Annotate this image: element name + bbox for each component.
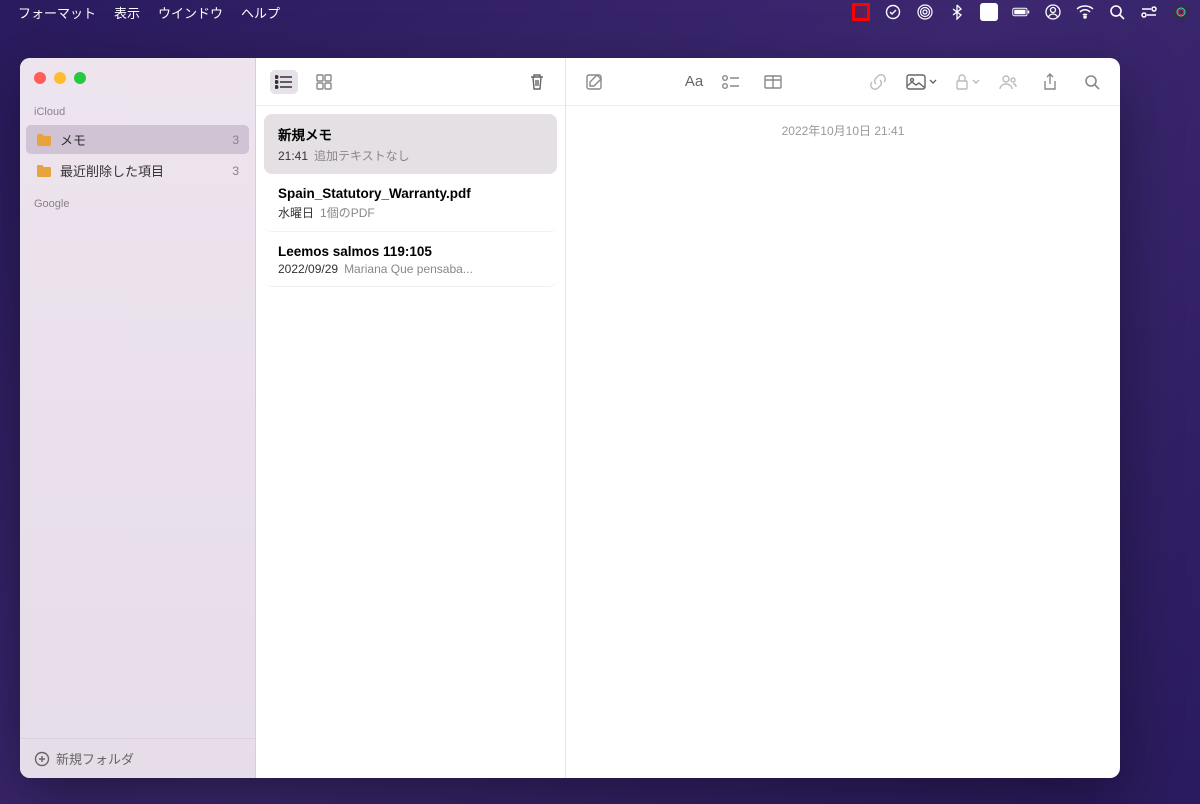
- new-folder-button[interactable]: 新規フォルダ: [20, 738, 255, 778]
- todo-icon[interactable]: [884, 3, 902, 21]
- editor-toolbar: Aa: [566, 58, 1120, 106]
- menu-help[interactable]: ヘルプ: [241, 3, 280, 22]
- list-view-button[interactable]: [270, 70, 298, 94]
- notes-list: 新規メモ 21:41追加テキストなし Spain_Statutory_Warra…: [256, 106, 565, 297]
- share-button[interactable]: [1036, 70, 1064, 94]
- clipboard-icon[interactable]: [852, 3, 870, 21]
- menubar-status: A: [852, 3, 1190, 21]
- note-meta: 21:41追加テキストなし: [278, 147, 543, 164]
- close-button[interactable]: [34, 72, 46, 84]
- grid-view-button[interactable]: [310, 70, 338, 94]
- bluetooth-icon[interactable]: [948, 3, 966, 21]
- menu-view[interactable]: 表示: [114, 3, 140, 22]
- minimize-button[interactable]: [54, 72, 66, 84]
- search-button[interactable]: [1078, 70, 1106, 94]
- spotlight-icon[interactable]: [1108, 3, 1126, 21]
- note-item[interactable]: Spain_Statutory_Warranty.pdf 水曜日1個のPDF: [264, 176, 557, 232]
- system-menubar: フォーマット 表示 ウインドウ ヘルプ A: [0, 0, 1200, 24]
- notes-window: iCloud メモ 3 最近削除した項目 3 Google 新規フォルダ: [20, 58, 1120, 778]
- note-meta: 水曜日1個のPDF: [278, 204, 543, 221]
- sidebar-item-count: 3: [232, 164, 239, 178]
- format-button[interactable]: Aa: [685, 70, 703, 94]
- sidebar: iCloud メモ 3 最近削除した項目 3 Google 新規フォルダ: [20, 58, 256, 778]
- plus-circle-icon: [34, 751, 50, 767]
- note-title: Leemos salmos 119:105: [278, 244, 543, 259]
- input-source-icon[interactable]: A: [980, 3, 998, 21]
- sidebar-item-label: メモ: [60, 130, 86, 149]
- battery-icon[interactable]: [1012, 3, 1030, 21]
- editor-body[interactable]: 2022年10月10日 21:41: [566, 106, 1120, 778]
- sidebar-item-count: 3: [232, 133, 239, 147]
- link-button[interactable]: [864, 70, 892, 94]
- note-title: 新規メモ: [278, 124, 543, 144]
- sidebar-section-icloud: iCloud: [20, 94, 255, 124]
- control-center-icon[interactable]: [1140, 3, 1158, 21]
- wifi-icon[interactable]: [1076, 3, 1094, 21]
- note-item[interactable]: 新規メモ 21:41追加テキストなし: [264, 114, 557, 174]
- airdrop-icon[interactable]: [916, 3, 934, 21]
- menu-window[interactable]: ウインドウ: [158, 3, 223, 22]
- note-item[interactable]: Leemos salmos 119:105 2022/09/29Mariana …: [264, 234, 557, 287]
- folder-icon: [36, 133, 52, 147]
- fullscreen-button[interactable]: [74, 72, 86, 84]
- notes-list-column: 新規メモ 21:41追加テキストなし Spain_Statutory_Warra…: [256, 58, 566, 778]
- note-meta: 2022/09/29Mariana Que pensaba...: [278, 262, 543, 276]
- sidebar-item-label: 最近削除した項目: [60, 161, 164, 180]
- lock-button[interactable]: [955, 70, 980, 94]
- sidebar-item-trash[interactable]: 最近削除した項目 3: [26, 156, 249, 185]
- window-controls: [20, 58, 255, 94]
- siri-icon[interactable]: [1172, 3, 1190, 21]
- delete-button[interactable]: [523, 70, 551, 94]
- table-button[interactable]: [759, 70, 787, 94]
- editor-column: Aa: [566, 58, 1120, 778]
- user-icon[interactable]: [1044, 3, 1062, 21]
- menubar-left: フォーマット 表示 ウインドウ ヘルプ: [10, 3, 280, 22]
- compose-button[interactable]: [580, 70, 608, 94]
- note-title: Spain_Statutory_Warranty.pdf: [278, 186, 543, 201]
- list-toolbar: [256, 58, 565, 106]
- new-folder-label: 新規フォルダ: [56, 749, 134, 768]
- sidebar-section-google: Google: [20, 186, 255, 216]
- checklist-button[interactable]: [717, 70, 745, 94]
- menu-format[interactable]: フォーマット: [18, 3, 96, 22]
- collaborate-button[interactable]: [994, 70, 1022, 94]
- media-button[interactable]: [906, 70, 937, 94]
- note-date: 2022年10月10日 21:41: [582, 122, 1104, 139]
- sidebar-item-notes[interactable]: メモ 3: [26, 125, 249, 154]
- folder-icon: [36, 164, 52, 178]
